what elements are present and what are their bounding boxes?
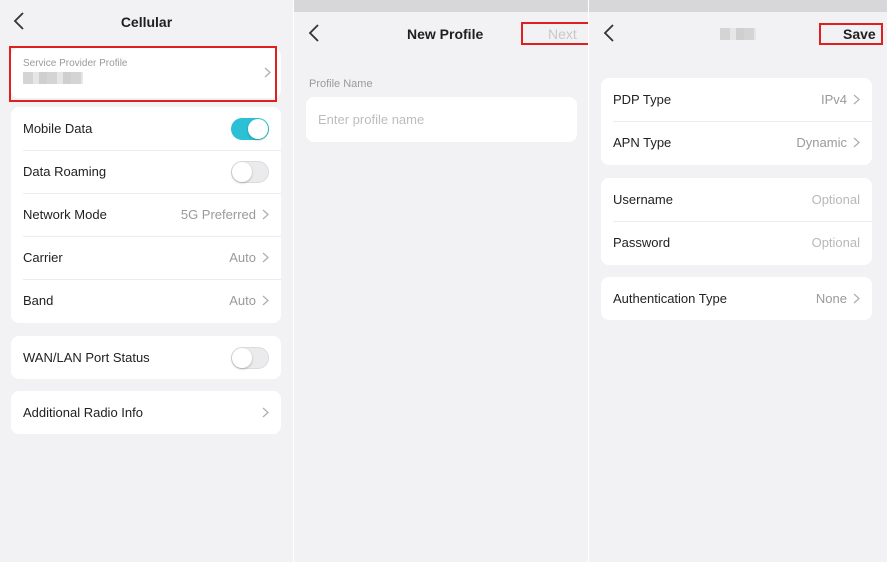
next-button[interactable]: Next: [548, 26, 577, 42]
password-row[interactable]: Password Optional: [601, 221, 872, 264]
redacted-profile-title: [720, 28, 756, 40]
back-button[interactable]: [304, 21, 324, 45]
band-row[interactable]: Band Auto: [11, 279, 281, 322]
additional-radio-label: Additional Radio Info: [23, 405, 143, 420]
band-label: Band: [23, 293, 54, 308]
pdp-type-value: IPv4: [820, 92, 847, 107]
profile-name-placeholder: Enter profile name: [318, 112, 425, 127]
additional-radio-card: Additional Radio Info: [11, 391, 281, 434]
chevron-right-icon: [262, 407, 269, 418]
redacted-profile-value: [23, 72, 83, 84]
username-label: Username: [613, 192, 673, 207]
carrier-row[interactable]: Carrier Auto: [11, 236, 281, 279]
pdp-type-label: PDP Type: [613, 92, 672, 107]
service-provider-profile-row[interactable]: Service Provider Profile: [11, 48, 281, 98]
new-profile-screen: New Profile Next Profile Name Enter prof…: [294, 0, 588, 562]
data-roaming-toggle[interactable]: [231, 160, 269, 183]
toggle-knob: [232, 347, 252, 368]
network-mode-value: 5G Preferred: [180, 207, 256, 222]
auth-card: Authentication Type None: [601, 277, 872, 320]
toggle-knob: [232, 161, 252, 182]
chevron-left-icon: [308, 24, 319, 42]
chevron-right-icon: [262, 252, 269, 263]
save-button[interactable]: Save: [843, 26, 876, 42]
wan-lan-row: WAN/LAN Port Status: [11, 336, 281, 379]
username-input[interactable]: Optional: [812, 192, 860, 207]
apn-type-label: APN Type: [613, 135, 672, 150]
username-row[interactable]: Username Optional: [601, 178, 872, 221]
chevron-right-icon: [853, 137, 860, 148]
chevron-right-icon: [262, 295, 269, 306]
band-value: Auto: [229, 293, 256, 308]
mobile-data-row: Mobile Data: [11, 107, 281, 150]
wan-lan-toggle[interactable]: [231, 346, 269, 369]
top-strip: [294, 0, 588, 12]
password-label: Password: [613, 235, 671, 250]
credentials-card: Username Optional Password Optional: [601, 178, 872, 265]
carrier-label: Carrier: [23, 250, 63, 265]
wan-lan-card: WAN/LAN Port Status: [11, 336, 281, 379]
provider-profile-label: Service Provider Profile: [23, 58, 128, 69]
wan-lan-label: WAN/LAN Port Status: [23, 350, 150, 365]
type-card: PDP Type IPv4 APN Type Dynamic: [601, 78, 872, 165]
apn-type-row[interactable]: APN Type Dynamic: [601, 121, 872, 164]
authentication-type-label: Authentication Type: [613, 291, 727, 306]
toggle-knob: [248, 118, 268, 139]
profile-name-label: Profile Name: [309, 78, 373, 90]
chevron-right-icon: [853, 293, 860, 304]
page-title: Cellular: [120, 14, 173, 30]
chevron-right-icon: [853, 94, 860, 105]
carrier-value: Auto: [229, 250, 256, 265]
chevron-right-icon: [262, 209, 269, 220]
chevron-right-icon: [264, 67, 271, 78]
data-roaming-row: Data Roaming: [11, 150, 281, 193]
page-title: New Profile: [407, 26, 484, 42]
password-input[interactable]: Optional: [812, 235, 860, 250]
authentication-type-row[interactable]: Authentication Type None: [601, 277, 872, 320]
mobile-data-label: Mobile Data: [23, 121, 93, 136]
network-mode-row[interactable]: Network Mode 5G Preferred: [11, 193, 281, 236]
chevron-left-icon: [603, 24, 614, 42]
cellular-screen: Cellular Service Provider Profile Mobile…: [0, 0, 293, 562]
additional-radio-info-row[interactable]: Additional Radio Info: [11, 391, 281, 434]
network-mode-label: Network Mode: [23, 207, 107, 222]
top-strip: [589, 0, 887, 12]
data-roaming-label: Data Roaming: [23, 164, 107, 179]
back-button[interactable]: [599, 21, 619, 45]
cellular-settings-card: Mobile Data Data Roaming Network Mode 5G…: [11, 107, 281, 323]
authentication-type-value: None: [815, 291, 847, 306]
apn-type-value: Dynamic: [796, 135, 847, 150]
pdp-type-row[interactable]: PDP Type IPv4: [601, 78, 872, 121]
profile-edit-screen: Save PDP Type IPv4 APN Type Dynamic User…: [589, 0, 887, 562]
profile-name-input[interactable]: Enter profile name: [306, 97, 577, 142]
mobile-data-toggle[interactable]: [231, 117, 269, 140]
